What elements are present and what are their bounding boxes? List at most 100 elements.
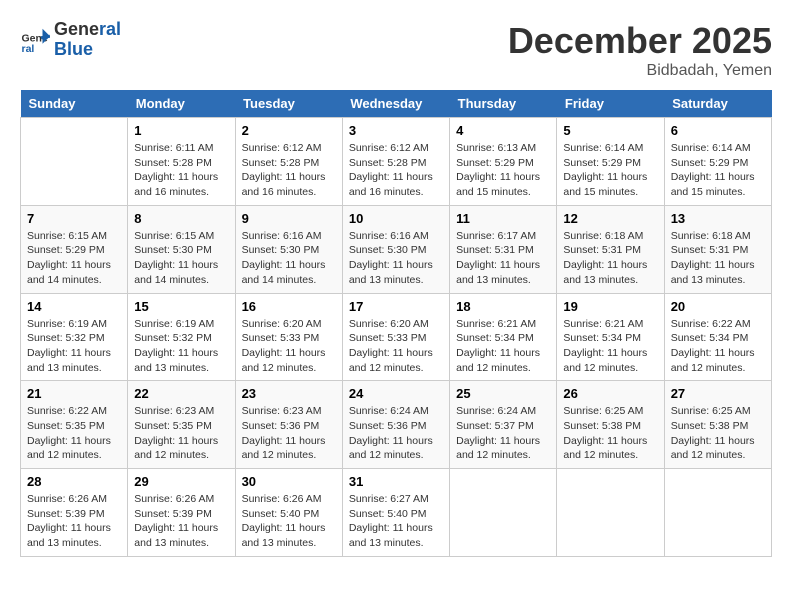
col-header-monday: Monday — [128, 90, 235, 118]
calendar-cell: 13Sunrise: 6:18 AMSunset: 5:31 PMDayligh… — [664, 205, 771, 293]
calendar-cell: 21Sunrise: 6:22 AMSunset: 5:35 PMDayligh… — [21, 381, 128, 469]
calendar-cell — [664, 469, 771, 557]
calendar-cell: 16Sunrise: 6:20 AMSunset: 5:33 PMDayligh… — [235, 293, 342, 381]
day-number: 29 — [134, 474, 228, 489]
col-header-sunday: Sunday — [21, 90, 128, 118]
day-info: Sunrise: 6:24 AMSunset: 5:36 PMDaylight:… — [349, 404, 443, 463]
col-header-tuesday: Tuesday — [235, 90, 342, 118]
day-number: 27 — [671, 386, 765, 401]
day-number: 3 — [349, 123, 443, 138]
day-info: Sunrise: 6:21 AMSunset: 5:34 PMDaylight:… — [563, 317, 657, 376]
calendar-cell: 31 Sunrise: 6:27 AMSunset: 5:40 PMDayligh… — [342, 469, 449, 557]
day-number: 30 — [242, 474, 336, 489]
day-info: Sunrise: 6:26 AMSunset: 5:40 PMDaylight:… — [242, 492, 336, 551]
day-info: Sunrise: 6:26 AMSunset: 5:39 PMDaylight:… — [134, 492, 228, 551]
day-info: Sunrise: 6:13 AMSunset: 5:29 PMDaylight:… — [456, 141, 550, 200]
calendar-cell: 26 Sunrise: 6:25 AMSunset: 5:38 PMDayligh… — [557, 381, 664, 469]
logo: Gene ral General Blue — [20, 20, 121, 60]
col-header-saturday: Saturday — [664, 90, 771, 118]
calendar-cell: 17 Sunrise: 6:20 AMSunset: 5:33 PMDayligh… — [342, 293, 449, 381]
day-info: Sunrise: 6:16 AMSunset: 5:30 PMDaylight:… — [242, 229, 336, 288]
col-header-friday: Friday — [557, 90, 664, 118]
header-area: Gene ral General Blue December 2025 Bidb… — [20, 20, 772, 80]
calendar-cell: 11Sunrise: 6:17 AMSunset: 5:31 PMDayligh… — [450, 205, 557, 293]
day-number: 2 — [242, 123, 336, 138]
day-info: Sunrise: 6:20 AMSunset: 5:33 PMDaylight:… — [349, 317, 443, 376]
day-number: 16 — [242, 299, 336, 314]
day-number: 5 — [563, 123, 657, 138]
day-number: 25 — [456, 386, 550, 401]
day-number: 22 — [134, 386, 228, 401]
calendar-header-row: SundayMondayTuesdayWednesdayThursdayFrid… — [21, 90, 772, 118]
day-number: 13 — [671, 211, 765, 226]
calendar-cell: 25 Sunrise: 6:24 AMSunset: 5:37 PMDayligh… — [450, 381, 557, 469]
calendar-cell: 4 Sunrise: 6:13 AMSunset: 5:29 PMDaylight… — [450, 118, 557, 206]
logo-icon: Gene ral — [20, 25, 50, 55]
day-number: 6 — [671, 123, 765, 138]
day-number: 26 — [563, 386, 657, 401]
col-header-wednesday: Wednesday — [342, 90, 449, 118]
calendar-cell — [450, 469, 557, 557]
calendar-cell: 29 Sunrise: 6:26 AMSunset: 5:39 PMDayligh… — [128, 469, 235, 557]
calendar-cell: 12 Sunrise: 6:18 AMSunset: 5:31 PMDayligh… — [557, 205, 664, 293]
calendar-cell: 8Sunrise: 6:15 AMSunset: 5:30 PMDaylight… — [128, 205, 235, 293]
calendar-cell: 23Sunrise: 6:23 AMSunset: 5:36 PMDayligh… — [235, 381, 342, 469]
day-number: 4 — [456, 123, 550, 138]
col-header-thursday: Thursday — [450, 90, 557, 118]
day-number: 7 — [27, 211, 121, 226]
calendar-cell — [557, 469, 664, 557]
calendar-cell: 28 Sunrise: 6:26 AMSunset: 5:39 PMDayligh… — [21, 469, 128, 557]
logo-blue: Blue — [54, 40, 121, 60]
day-info: Sunrise: 6:19 AMSunset: 5:32 PMDaylight:… — [134, 317, 228, 376]
day-number: 24 — [349, 386, 443, 401]
calendar-week-row: 21Sunrise: 6:22 AMSunset: 5:35 PMDayligh… — [21, 381, 772, 469]
calendar-cell: 14Sunrise: 6:19 AMSunset: 5:32 PMDayligh… — [21, 293, 128, 381]
day-info: Sunrise: 6:25 AMSunset: 5:38 PMDaylight:… — [563, 404, 657, 463]
day-number: 15 — [134, 299, 228, 314]
calendar-cell: 27Sunrise: 6:25 AMSunset: 5:38 PMDayligh… — [664, 381, 771, 469]
day-info: Sunrise: 6:19 AMSunset: 5:32 PMDaylight:… — [27, 317, 121, 376]
day-number: 23 — [242, 386, 336, 401]
calendar-cell: 7Sunrise: 6:15 AMSunset: 5:29 PMDaylight… — [21, 205, 128, 293]
logo-general: General — [54, 19, 121, 39]
day-number: 11 — [456, 211, 550, 226]
calendar-cell: 19 Sunrise: 6:21 AMSunset: 5:34 PMDayligh… — [557, 293, 664, 381]
day-number: 28 — [27, 474, 121, 489]
day-number: 31 — [349, 474, 443, 489]
calendar-cell: 1Sunrise: 6:11 AMSunset: 5:28 PMDaylight… — [128, 118, 235, 206]
calendar-table: SundayMondayTuesdayWednesdayThursdayFrid… — [20, 90, 772, 557]
day-info: Sunrise: 6:18 AMSunset: 5:31 PMDaylight:… — [563, 229, 657, 288]
calendar-week-row: 7Sunrise: 6:15 AMSunset: 5:29 PMDaylight… — [21, 205, 772, 293]
calendar-cell: 5 Sunrise: 6:14 AMSunset: 5:29 PMDaylight… — [557, 118, 664, 206]
calendar-cell: 6Sunrise: 6:14 AMSunset: 5:29 PMDaylight… — [664, 118, 771, 206]
day-number: 18 — [456, 299, 550, 314]
day-number: 8 — [134, 211, 228, 226]
svg-text:ral: ral — [22, 43, 35, 55]
month-year-title: December 2025 — [508, 20, 772, 62]
calendar-cell — [21, 118, 128, 206]
calendar-cell: 3Sunrise: 6:12 AMSunset: 5:28 PMDaylight… — [342, 118, 449, 206]
calendar-cell: 18 Sunrise: 6:21 AMSunset: 5:34 PMDayligh… — [450, 293, 557, 381]
calendar-cell: 20Sunrise: 6:22 AMSunset: 5:34 PMDayligh… — [664, 293, 771, 381]
day-info: Sunrise: 6:22 AMSunset: 5:34 PMDaylight:… — [671, 317, 765, 376]
day-info: Sunrise: 6:26 AMSunset: 5:39 PMDaylight:… — [27, 492, 121, 551]
day-info: Sunrise: 6:24 AMSunset: 5:37 PMDaylight:… — [456, 404, 550, 463]
calendar-week-row: 28 Sunrise: 6:26 AMSunset: 5:39 PMDayligh… — [21, 469, 772, 557]
day-number: 17 — [349, 299, 443, 314]
calendar-cell: 10Sunrise: 6:16 AMSunset: 5:30 PMDayligh… — [342, 205, 449, 293]
day-number: 19 — [563, 299, 657, 314]
day-number: 12 — [563, 211, 657, 226]
day-number: 9 — [242, 211, 336, 226]
calendar-cell: 9 Sunrise: 6:16 AMSunset: 5:30 PMDaylight… — [235, 205, 342, 293]
calendar-week-row: 1Sunrise: 6:11 AMSunset: 5:28 PMDaylight… — [21, 118, 772, 206]
location-subtitle: Bidbadah, Yemen — [508, 62, 772, 80]
day-info: Sunrise: 6:22 AMSunset: 5:35 PMDaylight:… — [27, 404, 121, 463]
day-info: Sunrise: 6:12 AMSunset: 5:28 PMDaylight:… — [242, 141, 336, 200]
day-info: Sunrise: 6:21 AMSunset: 5:34 PMDaylight:… — [456, 317, 550, 376]
day-info: Sunrise: 6:14 AMSunset: 5:29 PMDaylight:… — [563, 141, 657, 200]
calendar-cell: 22 Sunrise: 6:23 AMSunset: 5:35 PMDayligh… — [128, 381, 235, 469]
calendar-week-row: 14Sunrise: 6:19 AMSunset: 5:32 PMDayligh… — [21, 293, 772, 381]
calendar-cell: 30 Sunrise: 6:26 AMSunset: 5:40 PMDayligh… — [235, 469, 342, 557]
day-info: Sunrise: 6:23 AMSunset: 5:35 PMDaylight:… — [134, 404, 228, 463]
day-info: Sunrise: 6:27 AMSunset: 5:40 PMDaylight:… — [349, 492, 443, 551]
